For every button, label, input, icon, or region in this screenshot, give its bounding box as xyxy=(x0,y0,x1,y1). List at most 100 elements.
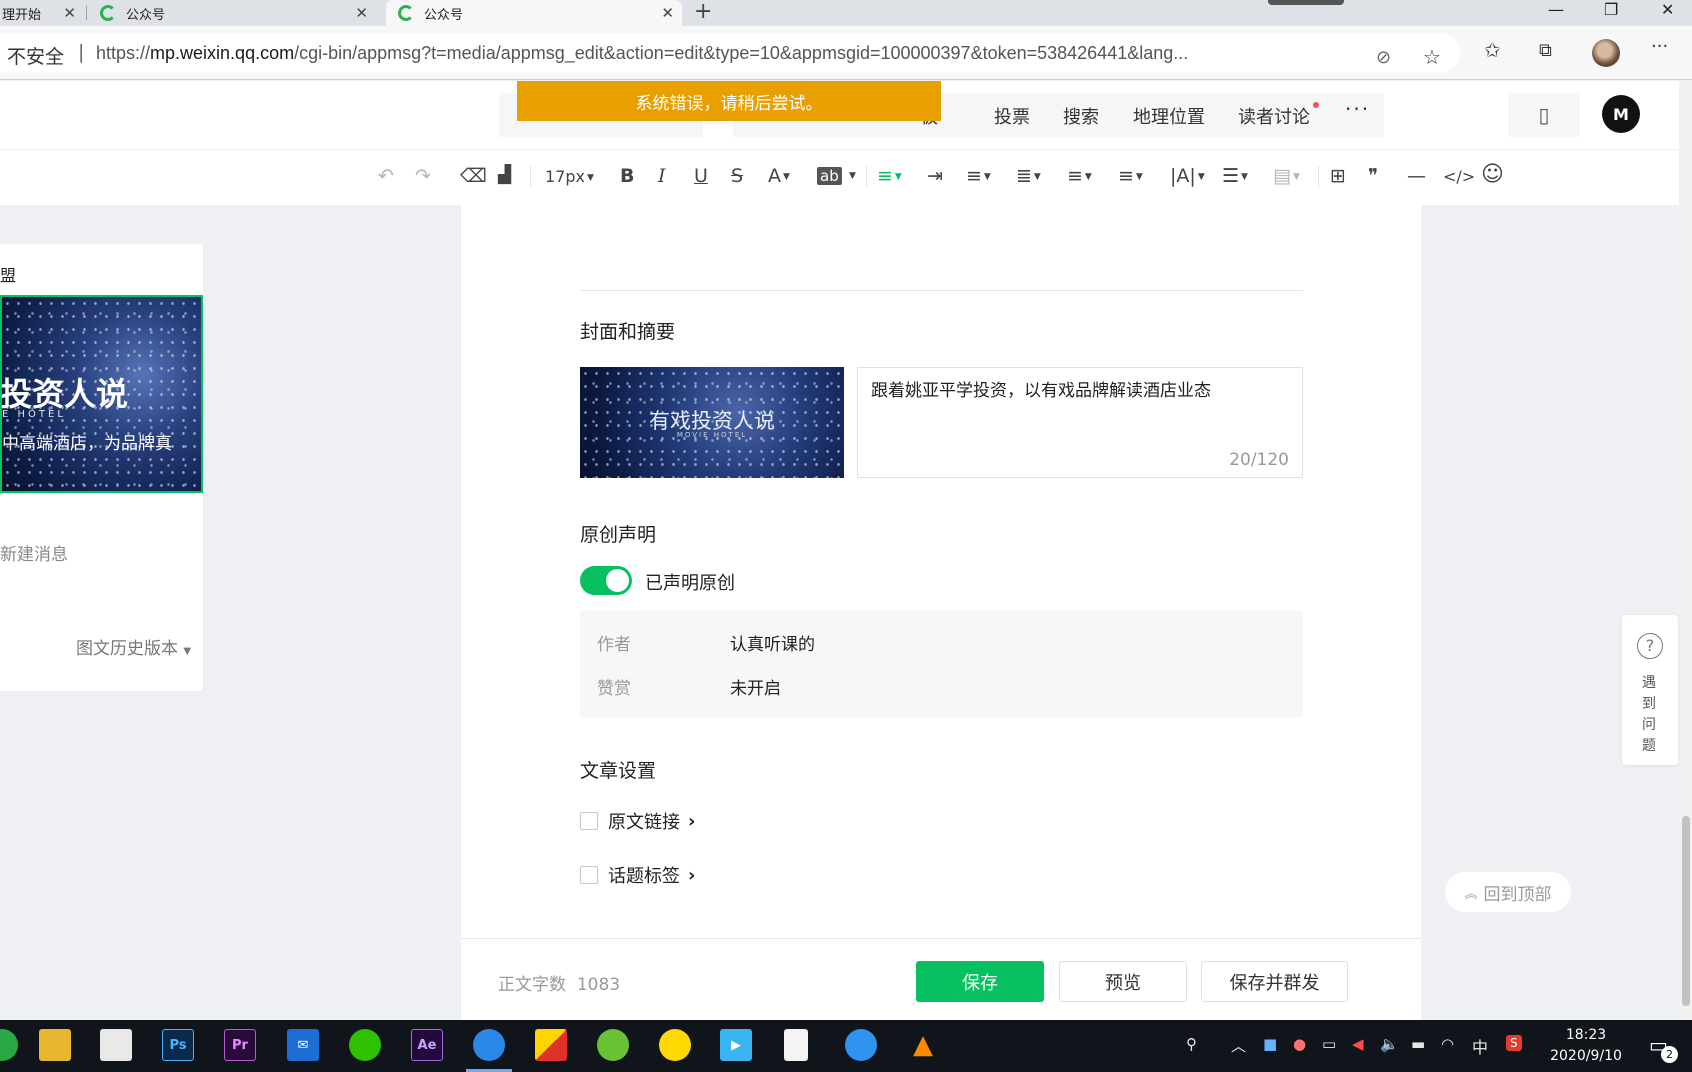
article-thumbnail-selected[interactable]: 投资人说 E HOTEL 中高端酒店，为品牌真 xyxy=(0,295,203,493)
close-icon[interactable]: ✕ xyxy=(661,4,674,22)
help-icon[interactable]: ? xyxy=(1637,633,1663,659)
chevron-right-icon[interactable]: › xyxy=(688,811,695,832)
browser-tab-3-active[interactable]: 公众号 ✕ xyxy=(386,0,682,26)
photoshop-icon[interactable]: Ps xyxy=(162,1029,194,1061)
outdent-icon[interactable]: ≡ ▼ xyxy=(966,165,991,187)
help-panel[interactable]: ? 遇到问题 xyxy=(1622,615,1678,765)
favorite-star-icon[interactable]: ☆ xyxy=(1423,45,1441,69)
letter-spacing-icon[interactable]: |A| ▼ xyxy=(1170,165,1205,187)
summary-textarea[interactable]: 跟着姚亚平学投资，以有戏品牌解读酒店业态 20/120 xyxy=(857,367,1303,478)
notepad-icon[interactable] xyxy=(784,1029,808,1061)
sogou-icon[interactable]: S xyxy=(1506,1035,1522,1051)
strikethrough-button[interactable]: S xyxy=(731,165,743,187)
premiere-icon[interactable]: Pr xyxy=(224,1029,256,1061)
wechat-icon[interactable] xyxy=(349,1029,381,1061)
undo-icon[interactable]: ↶ xyxy=(378,165,394,187)
chevron-down-icon[interactable]: ▼ xyxy=(849,171,856,181)
tracking-block-icon[interactable]: ⊘ xyxy=(1376,47,1391,68)
topic-tag-checkbox[interactable] xyxy=(580,866,598,884)
save-and-send-button[interactable]: 保存并群发 xyxy=(1201,961,1348,1002)
chevron-right-icon[interactable]: › xyxy=(688,865,695,886)
brand-logo[interactable]: M xyxy=(1602,95,1640,133)
new-message-button[interactable]: 新建消息 xyxy=(0,540,68,565)
original-toggle[interactable] xyxy=(580,566,632,595)
system-clock[interactable]: 18:23 2020/9/10 xyxy=(1545,1025,1627,1067)
code-icon[interactable]: </> xyxy=(1443,167,1475,186)
align-center-icon[interactable]: ≡ ▼ xyxy=(877,165,902,187)
video-player-icon[interactable]: ▶ xyxy=(720,1029,752,1061)
emoji-icon[interactable]: ☺ xyxy=(1481,162,1504,187)
topic-tag-setting[interactable]: 话题标签 › xyxy=(580,862,695,888)
table-icon[interactable]: ⊞ xyxy=(1330,165,1346,187)
url-field[interactable]: 不安全 | https://mp.weixin.qq.com/cgi-bin/a… xyxy=(0,33,1460,73)
paragraph-spacing-after-icon[interactable]: ≡ ▼ xyxy=(1118,165,1143,187)
restore-button[interactable]: ❐ xyxy=(1604,0,1618,19)
start-app-icon[interactable] xyxy=(0,1029,18,1061)
clear-format-icon[interactable]: ⌫ xyxy=(460,165,487,187)
favorites-list-icon[interactable]: ✩ xyxy=(1484,38,1501,62)
float-image-icon[interactable]: ▤ ▼ xyxy=(1273,165,1300,187)
browser-tab-1[interactable]: 理开始 ✕ xyxy=(0,0,84,26)
close-icon[interactable]: ✕ xyxy=(355,4,368,22)
italic-button[interactable]: I xyxy=(658,165,666,187)
file-explorer-icon[interactable] xyxy=(39,1029,71,1061)
list-icon[interactable]: ☰ ▼ xyxy=(1222,165,1248,187)
green-app-icon[interactable] xyxy=(597,1029,629,1061)
topic-tag-label[interactable]: 话题标签 xyxy=(608,862,680,888)
cover-image[interactable]: 有戏投资人说 MOVIE HOTEL xyxy=(580,367,844,478)
insert-location[interactable]: 地理位置 xyxy=(1133,103,1205,129)
insert-search[interactable]: 搜索 xyxy=(1063,103,1099,129)
format-painter-icon[interactable]: ▟ xyxy=(498,165,511,185)
mobile-preview-icon[interactable]: ▯ xyxy=(1508,93,1580,137)
help-text[interactable]: 遇到问题 xyxy=(1642,673,1658,757)
underline-button[interactable]: U xyxy=(694,165,708,187)
collections-icon[interactable]: ⧉ xyxy=(1539,40,1552,61)
history-versions-dropdown[interactable]: 图文历史版本 ▼ xyxy=(76,634,191,659)
minimize-button[interactable]: — xyxy=(1548,0,1564,19)
store-icon[interactable] xyxy=(100,1029,132,1061)
redo-icon[interactable]: ↷ xyxy=(415,165,431,187)
preview-button[interactable]: 预览 xyxy=(1059,961,1187,1002)
url-text[interactable]: https://mp.weixin.qq.com/cgi-bin/appmsg?… xyxy=(96,43,1188,64)
media-app-icon[interactable] xyxy=(535,1029,567,1061)
insert-vote[interactable]: 投票 xyxy=(994,103,1030,129)
browser-menu-icon[interactable]: ··· xyxy=(1651,36,1668,57)
more-insert-icon[interactable]: ··· xyxy=(1345,97,1370,121)
font-color-button[interactable]: A ▼ xyxy=(768,165,790,187)
vlc-icon[interactable]: ▲ xyxy=(907,1029,939,1061)
page-scrollbar[interactable] xyxy=(1679,81,1692,1020)
bold-button[interactable]: B xyxy=(620,165,634,187)
original-link-label[interactable]: 原文链接 xyxy=(608,808,680,834)
qq-music-icon[interactable] xyxy=(659,1029,691,1061)
scrollbar-thumb[interactable] xyxy=(1682,816,1690,1006)
close-icon[interactable]: ✕ xyxy=(63,4,76,22)
line-spacing-icon[interactable]: ≣ ▼ xyxy=(1016,165,1041,187)
security-label[interactable]: 不安全 xyxy=(7,42,64,69)
save-button[interactable]: 保存 xyxy=(916,961,1044,1002)
browser-tab-2[interactable]: 公众号 ✕ xyxy=(88,0,376,26)
ime-indicator[interactable]: 中 xyxy=(1472,1034,1488,1058)
feishu-icon[interactable] xyxy=(845,1029,877,1061)
show-hidden-icons[interactable]: ︿ xyxy=(1231,1035,1246,1056)
after-effects-icon[interactable]: Ae xyxy=(411,1029,443,1061)
display-icon[interactable]: ▭ xyxy=(1322,1035,1336,1053)
indent-icon[interactable]: ⇥ xyxy=(927,165,943,187)
font-size-select[interactable]: 17px ▼ xyxy=(545,167,594,186)
quote-icon[interactable]: ❞ xyxy=(1368,165,1378,187)
mail-icon[interactable]: ✉ xyxy=(287,1029,319,1061)
tray-app-icon[interactable]: ■ xyxy=(1263,1035,1277,1053)
battery-icon[interactable]: ▬ xyxy=(1411,1035,1425,1053)
close-window-button[interactable]: ✕ xyxy=(1661,0,1674,19)
speaker-icon[interactable]: ◀ xyxy=(1352,1035,1364,1053)
background-color-button[interactable]: ab xyxy=(817,167,842,185)
people-icon[interactable]: ⚲ xyxy=(1186,1035,1197,1053)
paragraph-spacing-before-icon[interactable]: ≡ ▼ xyxy=(1067,165,1092,187)
tray-app-icon[interactable]: ● xyxy=(1293,1035,1306,1053)
wifi-icon[interactable]: ◠ xyxy=(1441,1035,1454,1053)
volume-icon[interactable]: 🔈 xyxy=(1380,1035,1399,1053)
original-link-checkbox[interactable] xyxy=(580,812,598,830)
new-tab-button[interactable]: + xyxy=(694,0,712,24)
back-to-top-button[interactable]: ︽ 回到顶部 xyxy=(1445,872,1571,912)
horizontal-rule-icon[interactable]: — xyxy=(1407,165,1426,187)
insert-reader-discussion[interactable]: 读者讨论 xyxy=(1238,103,1310,129)
